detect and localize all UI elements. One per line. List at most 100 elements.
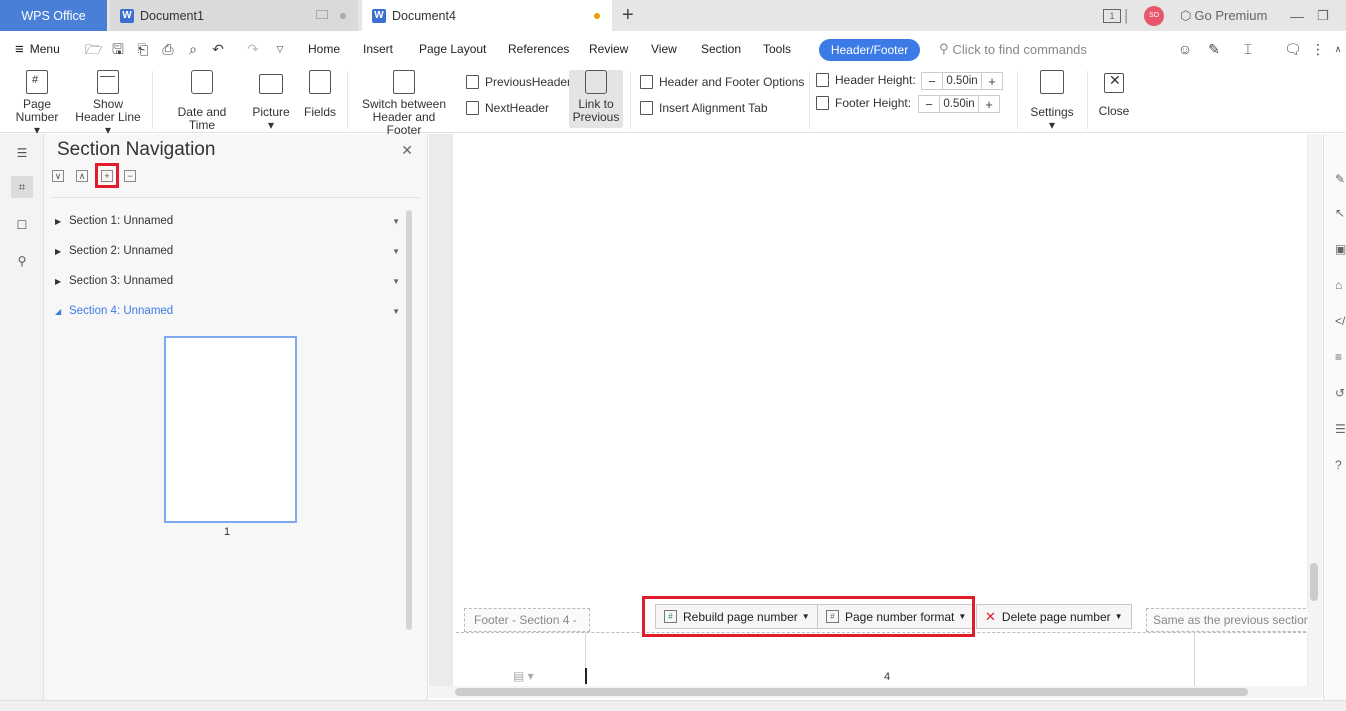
tab-document1[interactable]: W Document1 <box>110 0 358 31</box>
customize-chevron-icon[interactable]: ▽ <box>272 41 288 57</box>
tab-header-footer[interactable]: Header/Footer <box>819 39 920 61</box>
print-preview-icon[interactable]: ⌕ <box>185 41 201 57</box>
margin-guide <box>1194 632 1195 686</box>
dropdown-arrow-icon[interactable]: ▼ <box>392 307 400 316</box>
dropdown-arrow-icon[interactable]: ▼ <box>392 277 400 286</box>
expand-triangle-icon[interactable]: ▶ <box>55 277 69 286</box>
vertical-scrollbar[interactable] <box>1308 134 1322 686</box>
open-folder-icon[interactable]: 🗁 <box>85 41 102 57</box>
dropdown-arrow-icon[interactable]: ▼ <box>392 217 400 226</box>
section-item-active[interactable]: ◢ Section 4: Unnamed ▼ <box>55 300 400 322</box>
header-height-value[interactable]: 0.50in <box>942 73 982 89</box>
header-footer-options-icon <box>640 75 653 89</box>
main-menu-button[interactable]: ≡ Menu <box>15 31 60 67</box>
section-navigation-icon[interactable]: ⌗ <box>11 176 33 198</box>
horizontal-scroll-thumb[interactable] <box>455 688 1248 696</box>
code-icon[interactable]: </ <box>1335 314 1346 328</box>
link-to-previous-button[interactable]: Link to Previous <box>569 70 623 124</box>
go-premium-button[interactable]: ⬡ Go Premium <box>1180 0 1267 31</box>
footer-page-number[interactable]: 4 <box>884 671 890 683</box>
collapse-all-icon[interactable]: − <box>124 170 136 182</box>
header-height-stepper[interactable]: − 0.50in + <box>921 72 1003 90</box>
fields-button[interactable]: Fields <box>302 70 338 119</box>
menu-section[interactable]: Section <box>701 31 741 67</box>
help-icon[interactable]: ? <box>1335 458 1346 472</box>
expand-down-icon[interactable]: ∨ <box>52 170 64 182</box>
expand-triangle-icon[interactable]: ▶ <box>55 217 69 226</box>
settings-button[interactable]: Settings ▾ <box>1026 70 1078 132</box>
menu-tools[interactable]: Tools <box>763 31 791 67</box>
select-cursor-icon[interactable]: ↖ <box>1335 206 1346 220</box>
menu-home[interactable]: Home <box>308 31 340 67</box>
menu-references[interactable]: References <box>508 31 569 67</box>
plus-icon[interactable]: + <box>979 96 999 112</box>
close-header-footer-button[interactable]: ✕ Close <box>1097 70 1131 118</box>
history-icon[interactable]: ↺ <box>1335 386 1346 400</box>
previous-header-button[interactable]: PreviousHeader <box>466 75 571 89</box>
new-tab-plus-icon[interactable]: + <box>622 4 634 27</box>
plus-icon[interactable]: + <box>982 73 1002 89</box>
pen-icon[interactable]: ✎ <box>1335 172 1346 186</box>
settings-label-text: Settings <box>1030 105 1074 119</box>
share-user-icon[interactable]: ☺ <box>1177 41 1193 57</box>
export-pdf-icon[interactable]: ⎗ <box>135 41 151 57</box>
collapse-ribbon-icon[interactable]: ∧ <box>1330 41 1346 57</box>
avatar[interactable]: SO <box>1144 0 1164 31</box>
picture-button[interactable]: Picture ▾ <box>248 70 294 132</box>
more-options-icon[interactable]: ⋮ <box>1310 41 1326 57</box>
search-icon[interactable]: ⚲ <box>11 250 33 272</box>
same-as-previous-label[interactable]: Same as the previous section▼ <box>1146 608 1316 632</box>
redo-icon[interactable]: ↷ <box>245 41 261 57</box>
menu-page-layout[interactable]: Page Layout <box>419 31 486 67</box>
vertical-scroll-thumb[interactable] <box>1310 563 1318 601</box>
restore-icon[interactable]: ❐ <box>1317 0 1329 31</box>
dropdown-arrow-icon[interactable]: ▼ <box>392 247 400 256</box>
bookmark-icon[interactable]: ☐ <box>11 214 33 236</box>
collapse-triangle-icon[interactable]: ◢ <box>55 307 69 316</box>
minus-icon[interactable]: − <box>919 96 939 112</box>
wps-office-tab[interactable]: WPS Office <box>0 0 107 31</box>
edit-cloud-icon[interactable]: ✎ <box>1206 41 1222 57</box>
menu-insert[interactable]: Insert <box>363 31 393 67</box>
section-label: Section 2: Unnamed <box>69 245 174 257</box>
page-thumbnail[interactable] <box>164 336 297 523</box>
comment-icon[interactable]: 🗨 <box>1284 41 1302 57</box>
section-item[interactable]: ▶ Section 2: Unnamed ▼ <box>55 240 400 262</box>
footer-height-stepper[interactable]: − 0.50in + <box>918 95 1000 113</box>
insert-alignment-tab-button[interactable]: Insert Alignment Tab <box>640 101 768 115</box>
left-rail: ☰ ⌗ ☐ ⚲ <box>0 134 44 700</box>
minus-icon[interactable]: − <box>922 73 942 89</box>
delete-page-number-button[interactable]: ✕ Delete page number ▼ <box>976 604 1132 629</box>
minimize-icon[interactable]: — <box>1290 0 1304 31</box>
switch-header-footer-button[interactable]: Switch between Header and Footer <box>354 70 454 137</box>
collapse-up-icon[interactable]: ∧ <box>76 170 88 182</box>
footer-height-label: Footer Height: <box>835 96 912 110</box>
save-icon[interactable]: 🖫 <box>110 41 126 57</box>
sliders-icon[interactable]: ≡ <box>1335 350 1346 364</box>
window-layout-icon[interactable]: 1 │ <box>1103 0 1131 31</box>
print-icon[interactable]: ⎙ <box>160 41 176 57</box>
tab-document4[interactable]: W Document4 <box>362 0 612 31</box>
lock-icon[interactable]: ⌂ <box>1335 278 1346 292</box>
scrollbar[interactable] <box>406 210 412 630</box>
footer-height-value[interactable]: 0.50in <box>939 96 979 112</box>
outline-icon[interactable]: ☰ <box>1335 422 1346 436</box>
date-time-button[interactable]: Date and Time <box>163 70 241 132</box>
section-item[interactable]: ▶ Section 1: Unnamed ▼ <box>55 210 400 232</box>
undo-icon[interactable]: ↶ <box>210 41 226 57</box>
command-search[interactable]: ⚲ Click to find commands <box>939 31 1087 67</box>
paragraph-handle-icon[interactable]: ▤ ▾ <box>513 669 534 683</box>
section-item[interactable]: ▶ Section 3: Unnamed ▼ <box>55 270 400 292</box>
menu-view[interactable]: View <box>651 31 677 67</box>
header-footer-options-button[interactable]: Header and Footer Options <box>640 75 804 89</box>
close-icon[interactable]: ✕ <box>401 142 413 159</box>
document-outline-icon[interactable]: ☰ <box>11 142 33 164</box>
next-header-button[interactable]: NextHeader <box>466 101 549 115</box>
fields-icon <box>309 70 331 94</box>
page-number-button[interactable]: # Page Number ▾ <box>12 70 62 137</box>
translate-icon[interactable]: ▣ <box>1335 242 1346 256</box>
show-header-line-button[interactable]: Show Header Line ▾ <box>72 70 144 137</box>
tray-icon[interactable]: ⌶ <box>1240 41 1256 57</box>
expand-triangle-icon[interactable]: ▶ <box>55 247 69 256</box>
menu-review[interactable]: Review <box>589 31 628 67</box>
